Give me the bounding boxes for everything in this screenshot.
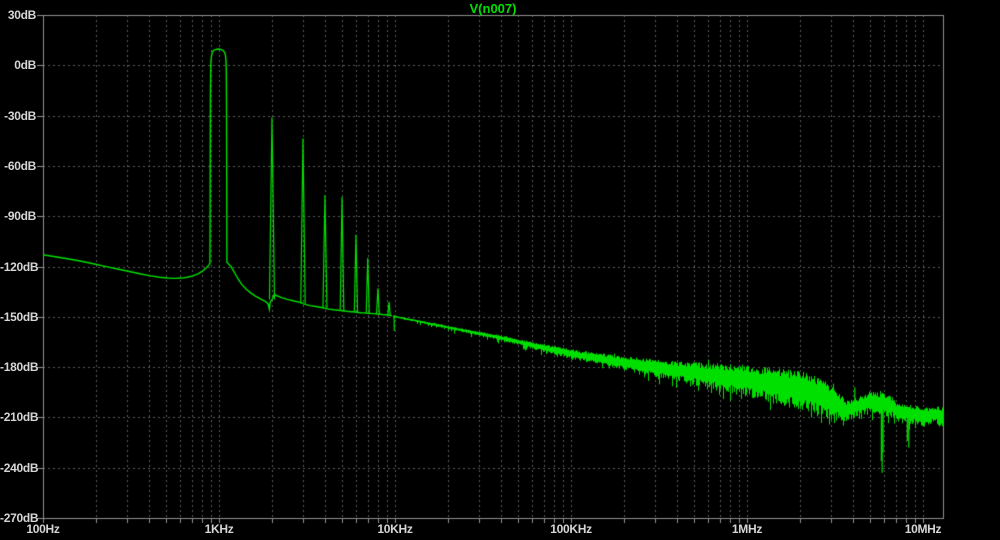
- y-axis-tick-label: 30dB: [0, 8, 36, 22]
- y-axis-tick-label: -240dB: [0, 461, 36, 475]
- plot-canvas[interactable]: [0, 0, 1000, 540]
- x-axis-tick-label: 10MHz: [881, 522, 965, 536]
- ltspice-waveform-viewer: V(n007) 30dB 0dB -30dB -60dB -90dB -120d…: [0, 0, 1000, 540]
- x-axis-tick-label: 100KHz: [529, 522, 613, 536]
- y-axis-tick-label: -180dB: [0, 360, 36, 374]
- y-axis-tick-label: -210dB: [0, 410, 36, 424]
- y-axis-tick-label: -120dB: [0, 260, 36, 274]
- y-axis-tick-label: -60dB: [0, 159, 36, 173]
- x-axis-tick-label: 10KHz: [353, 522, 437, 536]
- y-axis-tick-label: -150dB: [0, 310, 36, 324]
- x-axis-tick-label: 1MHz: [705, 522, 789, 536]
- y-axis-tick-label: -30dB: [0, 109, 36, 123]
- y-axis-tick-label: -90dB: [0, 209, 36, 223]
- x-axis-tick-label: 1KHz: [177, 522, 261, 536]
- x-axis-tick-label: 100Hz: [1, 522, 85, 536]
- trace-label[interactable]: V(n007): [393, 1, 593, 16]
- y-axis-tick-label: 0dB: [0, 58, 36, 72]
